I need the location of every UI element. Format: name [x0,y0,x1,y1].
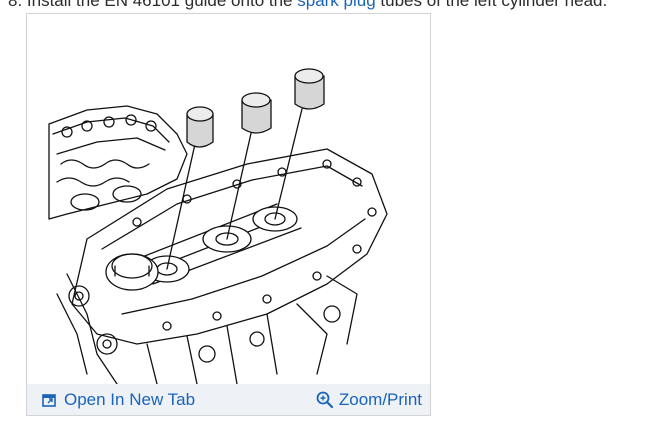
engine-line-drawing [48,68,388,384]
open-in-new-tab-button[interactable]: Open In New Tab [41,390,195,410]
spark-plug-link[interactable]: spark plug [297,0,375,10]
zoom-print-label: Zoom/Print [338,389,422,409]
step-instruction-prefix: 8. Install the EN 46101 [8,0,181,10]
step-instruction: 8. Install the EN 46101 guide onto the s… [8,0,607,11]
zoom-magnifier-icon [316,391,334,409]
open-in-new-tab-icon [41,391,59,409]
zoom-print-button[interactable]: Zoom/Print [316,390,422,410]
step-instruction-middle: guide onto the [180,0,298,10]
engine-illustration[interactable] [27,14,430,384]
figure-card: Open In New Tab Zoom/Print [26,13,431,416]
open-in-new-tab-label: Open In New Tab [64,389,196,409]
page: 8. Install the EN 46101 guide onto the s… [0,0,650,425]
step-instruction-suffix: tubes of the left cylinder head. [375,0,608,10]
figure-toolbar: Open In New Tab Zoom/Print [27,384,430,415]
